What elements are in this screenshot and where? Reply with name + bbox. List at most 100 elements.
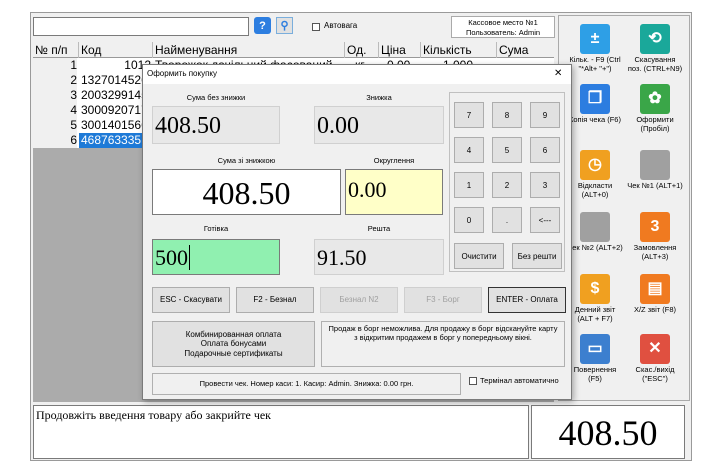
tile-qty[interactable]: ± Кільк. - F9 (Ctrl "*Alt+ "+") (567, 24, 623, 73)
change-field: 91.50 (314, 239, 444, 275)
dialog-status: Провести чек. Номер каси: 1. Касир: Admi… (152, 373, 461, 395)
sum-no-discount-value: 408.50 (155, 113, 221, 139)
row-code: 3001401566 (81, 118, 148, 132)
row-code: 1327014526 (81, 73, 148, 87)
status-line: Продовжіть введення товару або закрийте … (33, 405, 529, 459)
debt-button[interactable]: F3 - Борг (404, 287, 482, 313)
side-panel: ± Кільк. - F9 (Ctrl "*Alt+ "+") ⟲ Скасув… (558, 15, 690, 401)
tile-daily-report[interactable]: $ Денний звіт (ALT + F7) (567, 274, 623, 323)
col-qty: Кількість (421, 42, 497, 58)
tile-label: Оформити (Пробіл) (636, 115, 674, 133)
tile-exit[interactable]: ✕ Скас./вихід ("ESC") (627, 334, 683, 383)
tile-label: Замовлення (ALT+3) (633, 243, 677, 261)
autoweight-checkbox[interactable] (312, 23, 320, 31)
cashless-button[interactable]: F2 - Безнал (236, 287, 314, 313)
key-0[interactable]: 0 (454, 207, 484, 233)
key-2[interactable]: 2 (492, 172, 522, 198)
tile-label: Кільк. - F9 (Ctrl "*Alt+ "+") (569, 55, 621, 73)
key-9[interactable]: 9 (530, 102, 560, 128)
key-6[interactable]: 6 (530, 137, 560, 163)
no-change-label: Без решти (517, 251, 557, 261)
clear-button[interactable]: Очистити (454, 243, 504, 269)
key-label: 8 (504, 110, 510, 120)
return-icon: ▭ (580, 334, 610, 364)
key-label: 2 (504, 180, 510, 190)
row-number: 1 (33, 58, 77, 73)
table-header: № п/п Код Найменування Од. Ціна Кількіст… (33, 42, 554, 58)
cash-value: 500 (155, 245, 188, 270)
tile-label: Чек №1 (ALT+1) (627, 181, 683, 190)
rounding-value: 0.00 (348, 177, 387, 202)
combo-line: Комбинированная оплата (185, 330, 282, 340)
key-label: <--- (538, 215, 552, 225)
tile-checkout[interactable]: ✿ Оформити (Пробіл) (627, 84, 683, 133)
tile-return[interactable]: ▭ Повернення (F5) (567, 334, 623, 383)
tile-check1[interactable]: Чек №1 (ALT+1) (627, 150, 683, 191)
rounding-label: Округлення (373, 156, 415, 165)
cancel-button[interactable]: ESC - Скасувати (152, 287, 230, 313)
key-dot[interactable]: . (492, 207, 522, 233)
cashless2-button[interactable]: Безнал N2 (320, 287, 398, 313)
help-icon[interactable]: ? (254, 17, 271, 34)
no-change-button[interactable]: Без решти (512, 243, 562, 269)
register-title: Кассовое место №1 (468, 18, 538, 27)
debt-notice: Продаж в борг неможлива. Для продажу в б… (321, 321, 565, 367)
key-3[interactable]: 3 (530, 172, 560, 198)
close-icon[interactable]: ✕ (554, 68, 562, 79)
key-label: 4 (466, 145, 472, 155)
row-code: 4687633351 (79, 133, 149, 148)
key-label: 0 (466, 215, 472, 225)
terminal-auto-checkbox[interactable] (469, 377, 477, 385)
key-4[interactable]: 4 (454, 137, 484, 163)
tile-order[interactable]: 3 Замовлення (ALT+3) (627, 212, 683, 261)
sum-no-discount-field: 408.50 (152, 106, 280, 144)
tile-label: Копія чека (F6) (569, 115, 621, 124)
tile-xz-report[interactable]: ▤ X/Z звіт (F8) (627, 274, 683, 315)
tile-cancel-pos[interactable]: ⟲ Скасування поз. (CTRL+N9) (627, 24, 683, 73)
sum-discount-field: 408.50 (152, 169, 341, 215)
key-label: 3 (542, 180, 548, 190)
key-label: 6 (542, 145, 548, 155)
calculator-icon: ± (580, 24, 610, 54)
pay-button[interactable]: ENTER - Оплата (488, 287, 566, 313)
key-7[interactable]: 7 (454, 102, 484, 128)
row-number: 2 (33, 73, 77, 88)
total-value: 408.50 (558, 413, 658, 453)
sum-discount-value: 408.50 (202, 175, 291, 211)
change-label: Решта (367, 224, 391, 233)
payment-options-button[interactable]: Комбинированная оплата Оплата бонусами П… (152, 321, 315, 367)
dialog-title: Оформить покупку (147, 69, 218, 78)
key-1[interactable]: 1 (454, 172, 484, 198)
tile-check2[interactable]: Чек №2 (ALT+2) (567, 212, 623, 253)
clear-label: Очистити (461, 251, 497, 261)
cash-input[interactable]: 500 (152, 239, 280, 275)
order-3-icon: 3 (640, 212, 670, 242)
tile-label: Скасування поз. (CTRL+N9) (627, 55, 683, 73)
row-code: 3000920717 (81, 103, 148, 117)
empty-icon (640, 150, 670, 180)
row-number: 3 (33, 88, 77, 103)
combo-line: Подарочные сертификаты (184, 348, 283, 358)
search-icon[interactable]: ⚲ (276, 17, 293, 34)
close-icon: ✕ (640, 334, 670, 364)
cash-label: Готівка (203, 224, 229, 233)
row-code: 2003299145 (81, 88, 148, 102)
search-input[interactable] (33, 17, 249, 36)
key-label: 5 (504, 145, 510, 155)
cashless2-label: Безнал N2 (339, 295, 379, 305)
tile-label: X/Z звіт (F8) (633, 305, 677, 314)
tile-postpone[interactable]: ◷ Відкласти (ALT+0) (567, 150, 623, 199)
col-unit: Од. (345, 42, 379, 58)
key-backspace[interactable]: <--- (530, 207, 560, 233)
discount-label: Знижка (366, 93, 392, 102)
tile-copy-receipt[interactable]: ❐ Копія чека (F6) (567, 84, 623, 125)
key-5[interactable]: 5 (492, 137, 522, 163)
col-num: № п/п (33, 42, 79, 58)
row-code: 1012 (124, 58, 151, 72)
col-sum: Сума (499, 43, 529, 57)
cancel-label: ESC - Скасувати (159, 295, 223, 305)
clock-icon: ◷ (580, 150, 610, 180)
col-code: Код (79, 42, 153, 58)
key-8[interactable]: 8 (492, 102, 522, 128)
rounding-field[interactable]: 0.00 (345, 169, 443, 215)
